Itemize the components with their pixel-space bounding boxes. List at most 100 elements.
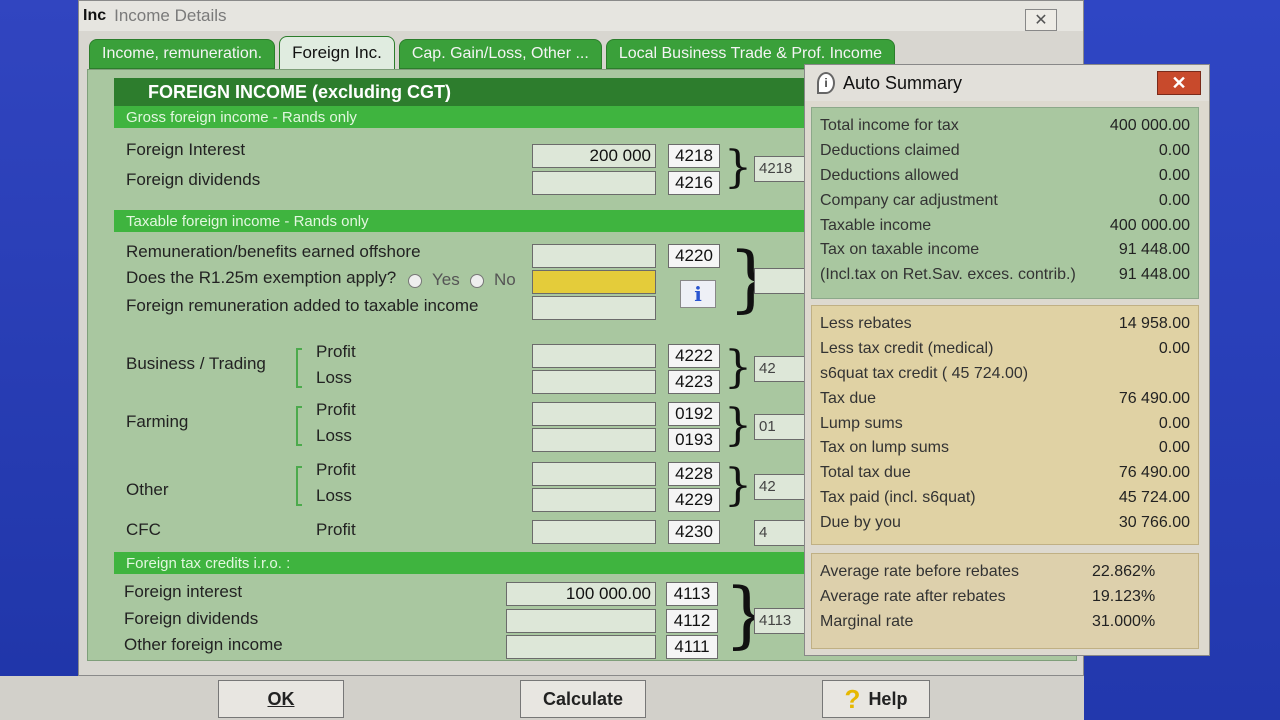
yes-radio[interactable] bbox=[408, 274, 422, 288]
exemption-question: Does the R1.25m exemption apply? bbox=[126, 268, 397, 287]
summary-label: Total tax due bbox=[820, 464, 911, 482]
summary-value: 22.862% bbox=[1092, 563, 1156, 581]
business-loss-input[interactable] bbox=[532, 370, 656, 394]
summary-label: Taxable income bbox=[820, 216, 932, 234]
business-profit-input[interactable] bbox=[532, 344, 656, 368]
section-header: FOREIGN INCOME (excluding CGT) bbox=[114, 78, 814, 106]
summary-row: Deductions allowed 0.00 bbox=[820, 164, 1190, 189]
help-button[interactable]: ? Help bbox=[822, 680, 930, 718]
window-close-button[interactable]: ✕ bbox=[1025, 9, 1057, 31]
calculate-label: Calculate bbox=[542, 688, 624, 709]
summary-label: Deductions allowed bbox=[820, 166, 959, 184]
summary-label: Marginal rate bbox=[820, 612, 914, 630]
summary-value: 0.00 bbox=[1158, 439, 1190, 457]
farming-loss-label: Loss bbox=[316, 426, 352, 445]
ok-button[interactable]: OK bbox=[218, 680, 344, 718]
remuneration-input[interactable] bbox=[532, 244, 656, 268]
auto-summary-title: Auto Summary bbox=[843, 72, 963, 93]
cfc-profit-input[interactable] bbox=[532, 520, 656, 544]
summary-label: Average rate before rebates bbox=[820, 563, 1019, 581]
bracket-icon bbox=[296, 466, 302, 506]
summary-row: Less tax credit (medical) 0.00 bbox=[820, 337, 1190, 362]
credit-dividends-label: Foreign dividends bbox=[124, 609, 259, 628]
summary-row: Taxable income 400 000.00 bbox=[820, 213, 1190, 238]
other-loss-input[interactable] bbox=[532, 488, 656, 512]
summary-label: Total income for tax bbox=[820, 117, 959, 135]
bracket-icon bbox=[296, 406, 302, 446]
cfc-profit-code: 4230 bbox=[668, 520, 720, 544]
no-label: No bbox=[494, 270, 516, 289]
summary-value: 30 766.00 bbox=[1118, 513, 1190, 531]
summary-label: (Incl.tax on Ret.Sav. exces. contrib.) bbox=[820, 266, 1076, 284]
foreign-interest-input[interactable]: 200 000 bbox=[532, 144, 656, 168]
summary-tax-section: Less rebates 14 958.00 Less tax credit (m… bbox=[811, 305, 1199, 545]
summary-label: Average rate after rebates bbox=[820, 588, 1006, 606]
app-badge: Inc bbox=[83, 7, 107, 24]
credit-other-input[interactable] bbox=[506, 635, 656, 659]
credit-other-label: Other foreign income bbox=[124, 635, 283, 654]
info-icon: i bbox=[694, 282, 702, 306]
summary-value: 45 724.00 bbox=[1118, 488, 1190, 506]
tab-cap-gain-loss[interactable]: Cap. Gain/Loss, Other ... bbox=[398, 39, 602, 69]
ok-label: OK bbox=[267, 688, 295, 709]
tab-foreign-income[interactable]: Foreign Inc. bbox=[279, 36, 395, 70]
auto-summary-window: i Auto Summary ✕ Total income for tax 400… bbox=[804, 64, 1210, 656]
tab-income-remuneration[interactable]: Income, remuneration. bbox=[89, 39, 276, 69]
foreign-rem-added-input[interactable] bbox=[532, 296, 656, 320]
summary-row: Average rate before rebates 22.862% bbox=[820, 560, 1190, 585]
business-loss-label: Loss bbox=[316, 368, 352, 387]
farming-loss-input[interactable] bbox=[532, 428, 656, 452]
summary-row: Tax on taxable income 91 448.00 bbox=[820, 238, 1190, 263]
bracket-icon bbox=[296, 348, 302, 388]
summary-value: 0.00 bbox=[1158, 414, 1190, 432]
summary-value: 400 000.00 bbox=[1109, 216, 1190, 234]
summary-label: Deductions claimed bbox=[820, 142, 960, 160]
brace-icon: } bbox=[724, 400, 752, 451]
yes-label: Yes bbox=[432, 270, 460, 289]
help-icon: ? bbox=[844, 683, 861, 714]
summary-value: 31.000% bbox=[1092, 612, 1156, 630]
brace-icon: } bbox=[724, 460, 752, 511]
help-label: Help bbox=[868, 688, 908, 709]
summary-label: Tax on lump sums bbox=[820, 439, 949, 457]
credit-interest-input[interactable]: 100 000.00 bbox=[506, 582, 656, 606]
summary-label: Tax paid (incl. s6quat) bbox=[820, 488, 976, 506]
summary-row: (Incl.tax on Ret.Sav. exces. contrib.) 91… bbox=[820, 263, 1190, 288]
foreign-dividends-input[interactable] bbox=[532, 171, 656, 195]
summary-row: Tax due 76 490.00 bbox=[820, 386, 1190, 411]
summary-row: Tax paid (incl. s6quat) 45 724.00 bbox=[820, 486, 1190, 511]
other-profit-input[interactable] bbox=[532, 462, 656, 486]
summary-row: Total tax due 76 490.00 bbox=[820, 461, 1190, 486]
credit-interest-label: Foreign interest bbox=[124, 582, 243, 601]
brace-icon: } bbox=[724, 142, 752, 193]
summary-label: s6quat tax credit ( 45 724.00) bbox=[820, 364, 1029, 382]
other-label: Other bbox=[126, 480, 169, 499]
foreign-tax-credits-bar: Foreign tax credits i.r.o. : bbox=[114, 552, 814, 574]
summary-row: Less rebates 14 958.00 bbox=[820, 312, 1190, 337]
foreign-interest-label: Foreign Interest bbox=[126, 140, 246, 159]
other-profit-label: Profit bbox=[316, 460, 356, 479]
other-loss-code: 4229 bbox=[668, 488, 720, 512]
business-loss-code: 4223 bbox=[668, 370, 720, 394]
summary-value: 0.00 bbox=[1158, 191, 1190, 209]
remuneration-label: Remuneration/benefits earned offshore bbox=[126, 242, 421, 261]
summary-row: Total income for tax 400 000.00 bbox=[820, 114, 1190, 139]
farming-profit-input[interactable] bbox=[532, 402, 656, 426]
summary-value: 91 448.00 bbox=[1118, 241, 1190, 259]
no-radio[interactable] bbox=[470, 274, 484, 288]
brace-icon: } bbox=[724, 342, 752, 393]
calculate-button[interactable]: Calculate bbox=[520, 680, 646, 718]
summary-label: Lump sums bbox=[820, 414, 903, 432]
summary-row: Lump sums 0.00 bbox=[820, 411, 1190, 436]
info-button[interactable]: i bbox=[680, 280, 716, 308]
summary-row: Deductions claimed 0.00 bbox=[820, 139, 1190, 164]
auto-summary-close-button[interactable]: ✕ bbox=[1157, 71, 1201, 95]
summary-label: Tax due bbox=[820, 389, 877, 407]
credit-dividends-input[interactable] bbox=[506, 609, 656, 633]
foreign-interest-code: 4218 bbox=[668, 144, 720, 168]
summary-row: Average rate after rebates 19.123% bbox=[820, 585, 1190, 610]
farming-profit-label: Profit bbox=[316, 400, 356, 419]
exemption-amount-input[interactable] bbox=[532, 270, 656, 294]
summary-label: Tax on taxable income bbox=[820, 241, 980, 259]
summary-row: Marginal rate 31.000% bbox=[820, 610, 1190, 635]
